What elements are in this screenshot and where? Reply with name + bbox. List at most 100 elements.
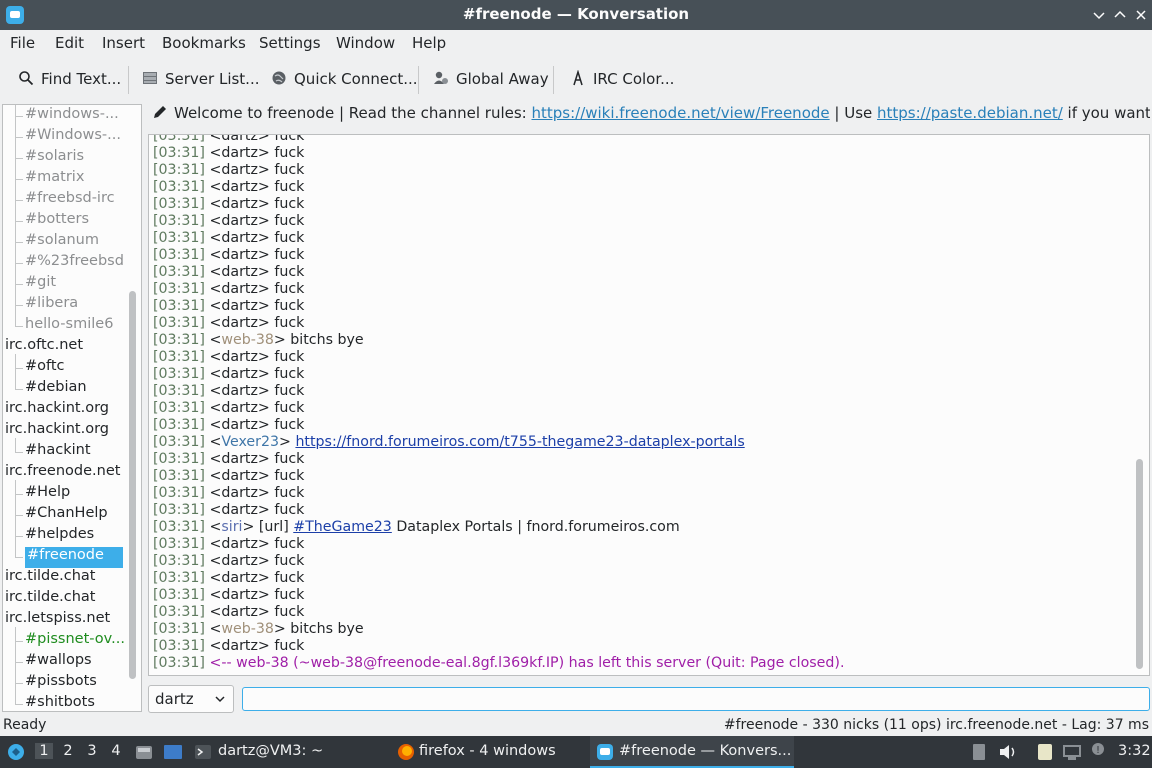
message-nick[interactable]: dartz [221, 604, 258, 620]
global-away-button[interactable]: Global Away [433, 70, 549, 90]
message-nick[interactable]: web-38 [221, 621, 274, 637]
message-nick[interactable]: dartz [221, 383, 258, 399]
message-nick[interactable]: dartz [221, 264, 258, 280]
tree-channel-item[interactable]: #ChanHelp [25, 505, 108, 526]
menu-edit[interactable]: Edit [55, 34, 84, 52]
notifications-icon[interactable]: ! [1088, 741, 1108, 761]
tree-channel-item[interactable]: #solanum [25, 232, 99, 253]
tree-server-item[interactable]: irc.hackint.org [5, 400, 109, 421]
tree-channel-item[interactable]: #helpdes [25, 526, 94, 547]
minimize-icon[interactable] [1089, 5, 1109, 25]
tree-server-item[interactable]: irc.hackint.org [5, 421, 109, 442]
tree-channel-item[interactable]: #matrix [25, 169, 84, 190]
message-nick[interactable]: dartz [221, 145, 258, 161]
message-nick[interactable]: dartz [221, 451, 258, 467]
message-nick[interactable]: dartz [221, 196, 258, 212]
message-nick[interactable]: dartz [221, 638, 258, 654]
tree-channel-item[interactable]: #shitbots [25, 694, 95, 711]
message-nick[interactable]: dartz [221, 298, 258, 314]
file-manager-icon[interactable] [135, 743, 153, 761]
notes-icon[interactable] [1036, 742, 1054, 762]
message-link[interactable]: https://fnord.forumeiros.com/t755-thegam… [295, 434, 744, 450]
tree-channel-item[interactable]: #libera [25, 295, 78, 316]
message-nick[interactable]: dartz [221, 468, 258, 484]
message-nick[interactable]: dartz [221, 230, 258, 246]
tree-channel-item[interactable]: #solaris [25, 148, 84, 169]
chat-scrollbar-handle[interactable] [1136, 459, 1143, 669]
message-input[interactable] [242, 687, 1150, 711]
message-nick[interactable]: dartz [221, 135, 258, 144]
tree-server-item[interactable]: irc.tilde.chat [5, 589, 95, 610]
message-nick[interactable]: dartz [221, 247, 258, 263]
topic-link-wiki[interactable]: https://wiki.freenode.net/view/Freenode [531, 104, 829, 122]
tree-channel-item[interactable]: hello-smile6 [25, 316, 113, 337]
tree-channel-item[interactable]: #windows-... [25, 106, 119, 127]
tree-channel-item[interactable]: #botters [25, 211, 89, 232]
message-nick[interactable]: dartz [221, 281, 258, 297]
tree-channel-item[interactable]: #pissbots [25, 673, 97, 694]
find-text-button[interactable]: Find Text... [18, 70, 121, 90]
chat-log[interactable]: [03:31] <dartz> fuck [03:31] <dartz> fuck… [148, 134, 1150, 676]
tree-server-item[interactable]: irc.freenode.net [5, 463, 120, 484]
tree-channel-item[interactable]: #wallops [25, 652, 92, 673]
message-nick[interactable]: dartz [221, 553, 258, 569]
menu-settings[interactable]: Settings [259, 34, 321, 52]
message-nick[interactable]: dartz [221, 179, 258, 195]
irc-color-button[interactable]: IRC Color... [570, 70, 674, 90]
app-launcher-icon[interactable] [6, 742, 26, 762]
message-nick[interactable]: dartz [221, 400, 258, 416]
message-link[interactable]: #TheGame23 [293, 519, 392, 535]
tree-channel-item[interactable]: #oftc [25, 358, 65, 379]
workspace-4[interactable]: 4 [107, 743, 125, 759]
message-nick[interactable]: dartz [221, 417, 258, 433]
show-desktop-icon[interactable] [163, 743, 183, 761]
tree-channel-item[interactable]: #Windows-... [25, 127, 121, 148]
message-nick[interactable]: dartz [221, 162, 258, 178]
tree-channel-item[interactable]: #hackint [25, 442, 91, 463]
menu-help[interactable]: Help [412, 34, 446, 52]
message-nick[interactable]: dartz [221, 570, 258, 586]
workspace-1[interactable]: 1 [35, 743, 53, 759]
close-icon[interactable] [1131, 5, 1151, 25]
menu-insert[interactable]: Insert [102, 34, 145, 52]
task-konversation[interactable]: #freenode — Konvers... [619, 743, 791, 759]
task-firefox[interactable]: firefox - 4 windows [419, 743, 556, 759]
clipboard-icon[interactable] [972, 743, 986, 761]
message-nick[interactable]: dartz [221, 536, 258, 552]
message-nick[interactable]: dartz [221, 213, 258, 229]
network-icon[interactable] [1062, 743, 1082, 761]
tree-scrollbar-handle[interactable] [129, 291, 136, 679]
workspace-2[interactable]: 2 [59, 743, 77, 759]
tree-channel-item[interactable]: #git [25, 274, 56, 295]
nickname-selector[interactable]: dartz [148, 685, 234, 713]
tree-channel-item[interactable]: #debian [25, 379, 87, 400]
message-nick[interactable]: dartz [221, 349, 258, 365]
message-nick[interactable]: dartz [221, 315, 258, 331]
message-nick[interactable]: siri [221, 519, 242, 535]
message-nick[interactable]: web-38 [221, 332, 274, 348]
server-list-button[interactable]: Server List... [142, 70, 259, 90]
tree-server-item[interactable]: irc.letspiss.net [5, 610, 110, 631]
maximize-icon[interactable] [1110, 5, 1130, 25]
workspace-3[interactable]: 3 [83, 743, 101, 759]
tree-channel-item[interactable]: #pissnet-ov... [25, 631, 125, 652]
edit-topic-icon[interactable] [152, 104, 168, 120]
task-terminal[interactable]: dartz@VM3: ~ [218, 743, 323, 759]
menu-bookmarks[interactable]: Bookmarks [162, 34, 246, 52]
message-nick[interactable]: dartz [221, 366, 258, 382]
topic-link-paste[interactable]: https://paste.debian.net/ [877, 104, 1063, 122]
message-nick[interactable]: dartz [221, 502, 258, 518]
tree-server-item[interactable]: irc.tilde.chat [5, 568, 95, 589]
quick-connect-button[interactable]: Quick Connect... [271, 70, 418, 90]
message-nick[interactable]: dartz [221, 587, 258, 603]
tree-channel-item[interactable]: #freenode [25, 547, 123, 568]
tree-channel-item[interactable]: #%23freebsd [25, 253, 124, 274]
channel-tree[interactable]: #windows-... #Windows-... #solaris #matrix #… [2, 104, 142, 712]
volume-icon[interactable] [998, 743, 1018, 761]
tree-channel-item[interactable]: #freebsd-irc [25, 190, 115, 211]
tree-channel-item[interactable]: #Help [25, 484, 70, 505]
menu-window[interactable]: Window [336, 34, 395, 52]
menu-file[interactable]: File [10, 34, 35, 52]
message-nick[interactable]: Vexer23 [221, 434, 279, 450]
message-nick[interactable]: dartz [221, 485, 258, 501]
